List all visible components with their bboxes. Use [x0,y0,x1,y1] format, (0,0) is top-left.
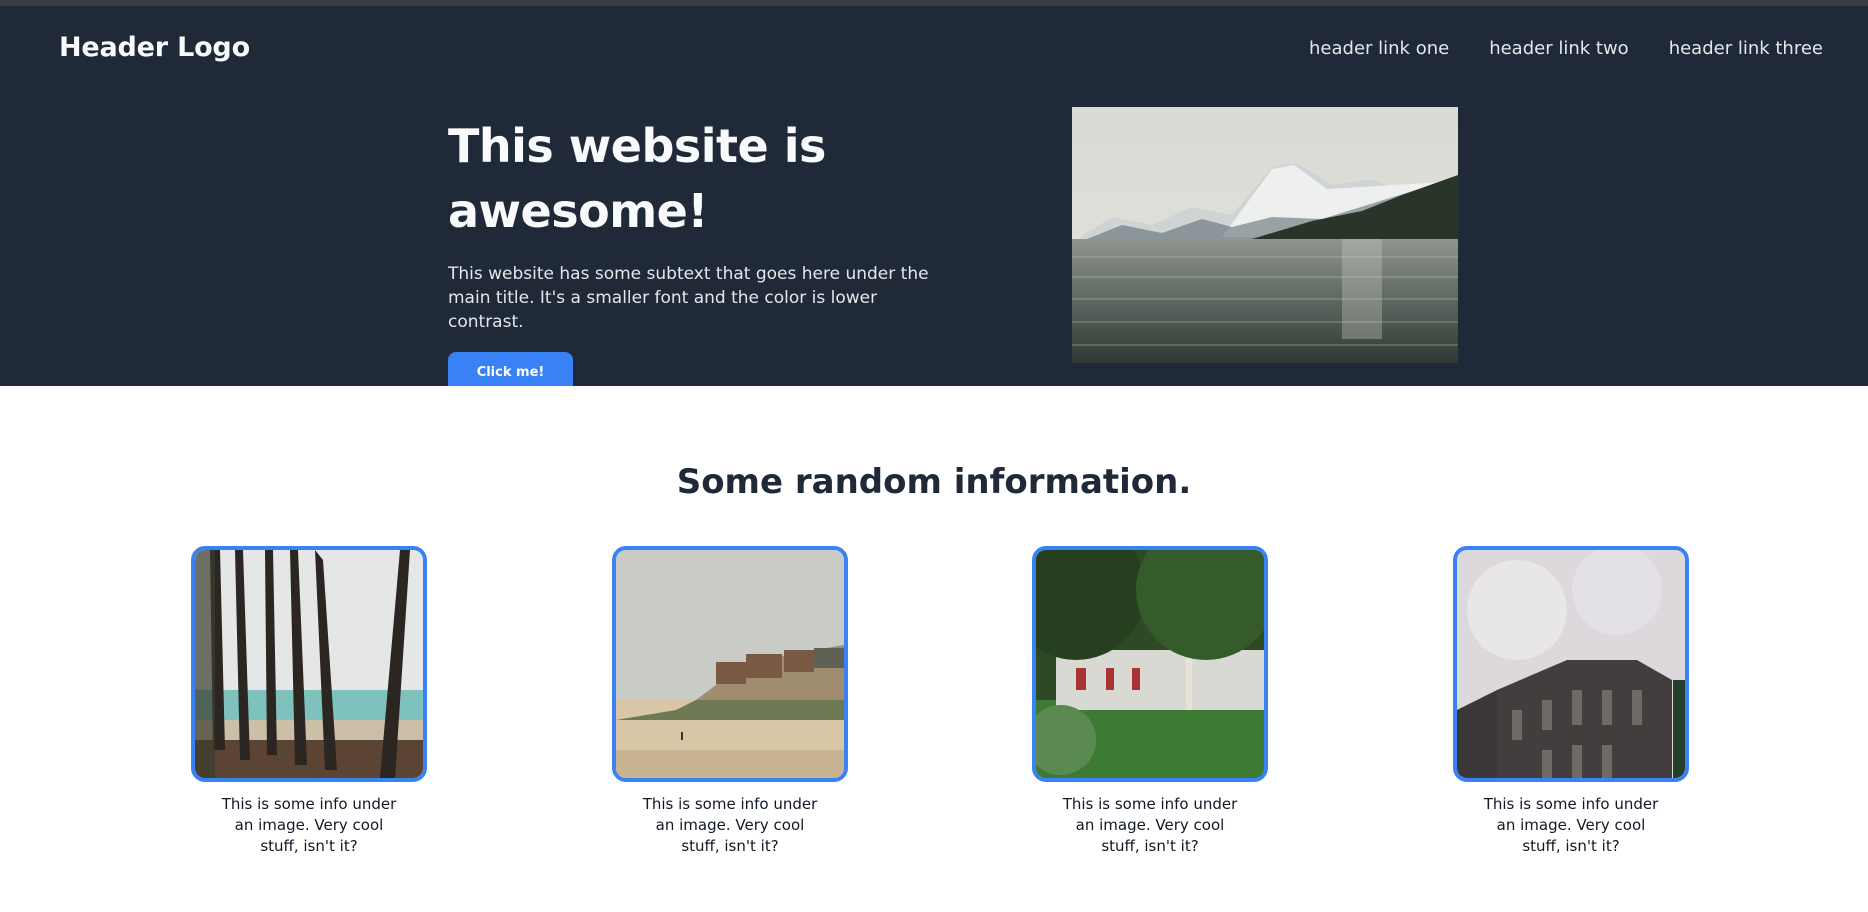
hero-title: This website is awesome! [448,119,826,238]
hero-subtext: This website has some subtext that goes … [448,264,929,332]
mountain-lake-photo-icon [1072,107,1458,363]
info-card: This is some info under an image. Very c… [1453,546,1689,857]
coastal-cliff-photo-icon [616,550,844,778]
header-nav: header link one header link two header l… [1309,38,1823,59]
header-link-three[interactable]: header link three [1669,38,1823,59]
card-image [1032,546,1268,782]
info-card: This is some info under an image. Very c… [612,546,848,857]
info-section: Some random information. This is some in… [0,386,1868,912]
card-text: This is some info under an image. Very c… [642,795,818,855]
hero-text-block: This website is awesome! This website ha… [448,114,968,393]
card-image [612,546,848,782]
card-text: This is some info under an image. Very c… [1062,795,1238,855]
header-link-one[interactable]: header link one [1309,38,1449,59]
building-sky-photo-icon [1457,550,1685,778]
card-text: This is some info under an image. Very c… [221,795,397,855]
card-image [191,546,427,782]
park-trees-photo-icon [1036,550,1264,778]
hero-section: Header Logo header link one header link … [0,6,1868,393]
header-logo[interactable]: Header Logo [59,32,250,63]
mountain-lake-image [1072,107,1458,363]
info-card: This is some info under an image. Very c… [191,546,427,857]
card-text: This is some info under an image. Very c… [1483,795,1659,855]
palm-beach-photo-icon [195,550,423,778]
card-image [1453,546,1689,782]
header-link-two[interactable]: header link two [1489,38,1628,59]
info-title: Some random information. [676,462,1192,502]
info-card: This is some info under an image. Very c… [1032,546,1268,857]
